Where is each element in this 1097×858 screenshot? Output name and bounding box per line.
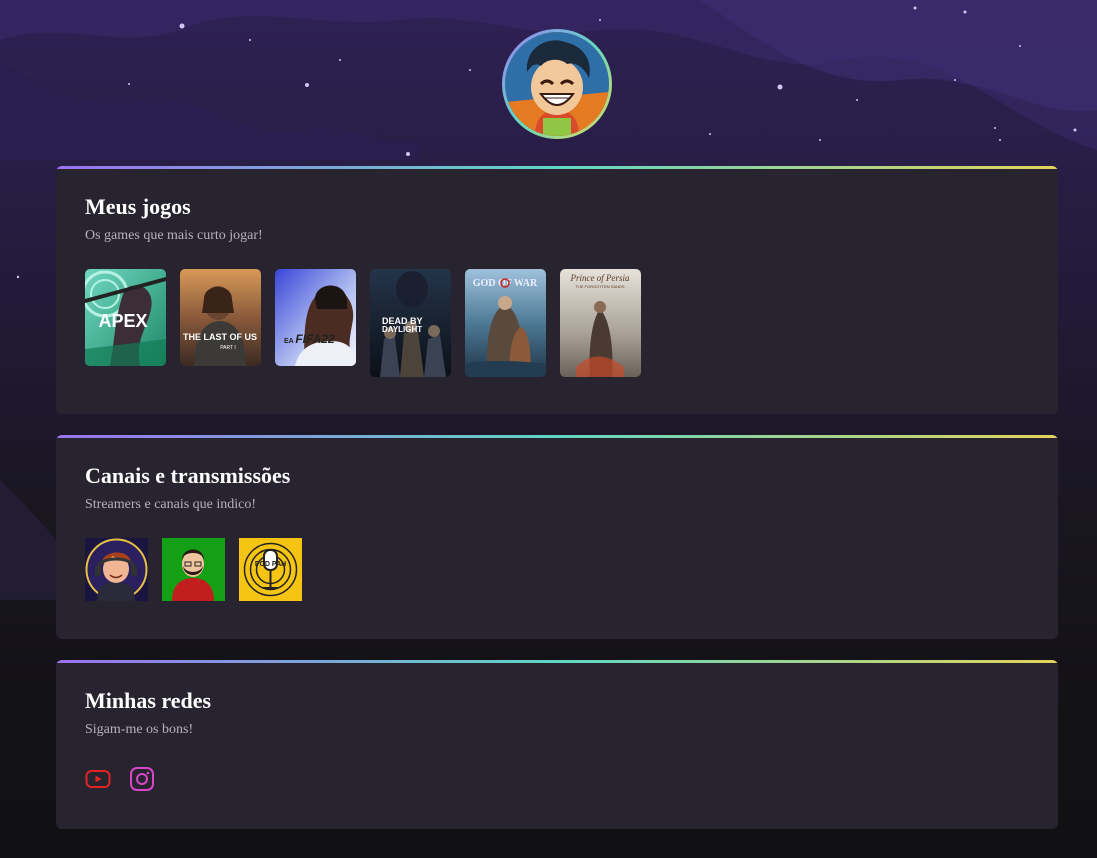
game-apex[interactable]: APEX	[85, 269, 166, 366]
profile-avatar	[502, 29, 612, 139]
games-card: Meus jogos Os games que mais curto jogar…	[56, 166, 1058, 414]
socials-card: Minhas redes Sigam-me os bons!	[56, 660, 1058, 829]
game-fifa22[interactable]: EA FIFA22	[275, 269, 356, 366]
channels-list: POD PAH	[85, 538, 1029, 601]
games-list: APEX THE LAST OF US PART I EA FIFA22 DEA…	[85, 269, 1029, 377]
socials-title: Minhas redes	[85, 688, 212, 713]
bearded-streamer-icon[interactable]	[162, 538, 225, 601]
game-dbd-sublabel: DAYLIGHT	[382, 325, 422, 334]
channels-card: Canais e transmissões Streamers e canais…	[56, 435, 1058, 639]
channels-subtitle: Streamers e canais que indico!	[85, 497, 257, 512]
game-tlou-label: THE LAST OF US	[183, 332, 257, 342]
game-pop-label: Prince of Persia	[570, 273, 630, 283]
game-dead-by-daylight[interactable]: DEAD BY DAYLIGHT	[370, 269, 451, 377]
game-tlou-sublabel: PART I	[220, 345, 236, 351]
youtube-icon[interactable]	[85, 766, 111, 792]
podpah-label: POD PAH	[255, 561, 286, 568]
game-pop-sublabel: THE FORGOTTEN SANDS	[575, 284, 624, 289]
channels-title: Canais e transmissões	[85, 463, 291, 488]
streamer-avatar-icon[interactable]	[85, 538, 148, 601]
socials-list	[85, 766, 1029, 792]
game-god-of-war[interactable]: GOD OF WAR	[465, 269, 546, 377]
games-subtitle: Os games que mais curto jogar!	[85, 228, 263, 243]
anime-avatar-icon	[505, 32, 609, 136]
games-title: Meus jogos	[85, 194, 191, 219]
game-prince-of-persia[interactable]: Prince of Persia THE FORGOTTEN SANDS	[560, 269, 641, 377]
instagram-icon[interactable]	[129, 766, 155, 792]
game-apex-label: APEX	[98, 311, 147, 331]
socials-subtitle: Sigam-me os bons!	[85, 722, 194, 737]
game-the-last-of-us[interactable]: THE LAST OF US PART I	[180, 269, 261, 366]
podpah-logo-icon[interactable]: POD PAH	[239, 538, 302, 601]
game-fifa-label: FIFA22	[295, 332, 335, 346]
game-fifa-sublabel: EA	[284, 338, 294, 345]
